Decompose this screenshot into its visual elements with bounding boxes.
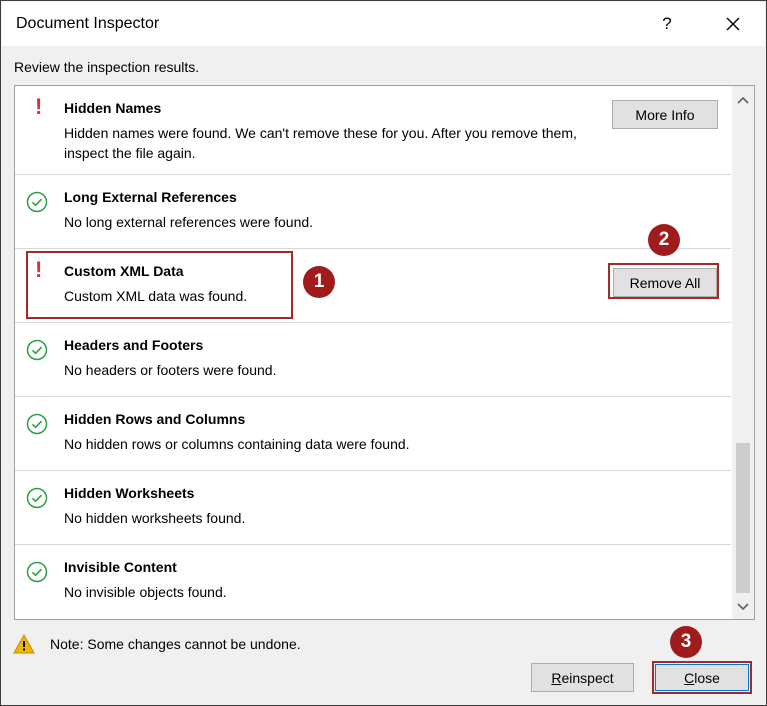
result-row-hidden-names: ! Hidden Names Hidden names were found. … bbox=[15, 86, 731, 175]
check-circle-icon bbox=[26, 561, 48, 583]
help-button[interactable]: ? bbox=[642, 2, 692, 46]
annotation-badge-2: 2 bbox=[648, 224, 680, 256]
warning-icon bbox=[13, 634, 35, 654]
note-text: Note: Some changes cannot be undone. bbox=[50, 636, 301, 652]
document-inspector-dialog: Document Inspector ? Review the inspecti… bbox=[0, 0, 767, 706]
annotation-highlight-remove-all bbox=[608, 263, 719, 299]
alert-icon: ! bbox=[35, 94, 43, 119]
reinspect-label: einspect bbox=[561, 669, 614, 686]
result-description: No hidden rows or columns containing dat… bbox=[64, 436, 410, 452]
scroll-down-button[interactable] bbox=[732, 597, 754, 617]
annotation-badge-3: 3 bbox=[670, 626, 702, 658]
result-row-hidden-rows-and-columns: Hidden Rows and Columns No hidden rows o… bbox=[15, 397, 731, 471]
result-title: Long External References bbox=[64, 189, 237, 205]
more-info-label: More Info bbox=[635, 106, 695, 123]
scroll-thumb[interactable] bbox=[736, 443, 750, 593]
chevron-up-icon bbox=[737, 96, 749, 104]
reinspect-accelerator: R bbox=[551, 669, 562, 686]
result-title: Hidden Worksheets bbox=[64, 485, 195, 501]
result-row-headers-and-footers: Headers and Footers No headers or footer… bbox=[15, 323, 731, 397]
check-circle-icon bbox=[26, 413, 48, 435]
annotation-badge-1: 1 bbox=[303, 266, 335, 298]
scroll-up-button[interactable] bbox=[732, 90, 754, 110]
reinspect-button[interactable]: Reinspect bbox=[531, 663, 634, 692]
title-bar: Document Inspector ? bbox=[2, 2, 765, 46]
close-accelerator: C bbox=[684, 669, 695, 686]
chevron-down-icon bbox=[737, 603, 749, 611]
results-list[interactable]: ! Hidden Names Hidden names were found. … bbox=[14, 85, 755, 620]
check-circle-icon bbox=[26, 191, 48, 213]
instruction-text: Review the inspection results. bbox=[14, 59, 200, 75]
check-circle-icon bbox=[26, 339, 48, 361]
vertical-scrollbar[interactable] bbox=[732, 86, 754, 619]
result-row-invisible-content: Invisible Content No invisible objects f… bbox=[15, 545, 731, 619]
more-info-button[interactable]: More Info bbox=[612, 100, 718, 129]
result-row-hidden-worksheets: Hidden Worksheets No hidden worksheets f… bbox=[15, 471, 731, 545]
dialog-title: Document Inspector bbox=[16, 15, 160, 32]
result-title: Hidden Names bbox=[64, 100, 162, 116]
result-row-long-external-references: Long External References No long externa… bbox=[15, 175, 731, 249]
help-label: ? bbox=[662, 14, 672, 33]
close-icon bbox=[726, 17, 740, 31]
result-description: No long external references were found. bbox=[64, 214, 314, 230]
close-window-button[interactable] bbox=[708, 2, 758, 46]
result-title: Invisible Content bbox=[64, 559, 177, 575]
result-description: Hidden names were found. We can't remove… bbox=[64, 125, 577, 161]
result-title: Headers and Footers bbox=[64, 337, 204, 353]
result-description: No invisible objects found. bbox=[64, 584, 227, 600]
close-button[interactable]: Close bbox=[655, 664, 749, 691]
result-description: No hidden worksheets found. bbox=[64, 510, 246, 526]
result-title: Hidden Rows and Columns bbox=[64, 411, 246, 427]
check-circle-icon bbox=[26, 487, 48, 509]
annotation-highlight-custom-xml bbox=[26, 251, 293, 319]
close-label: lose bbox=[694, 669, 720, 686]
result-description: No headers or footers were found. bbox=[64, 362, 277, 378]
